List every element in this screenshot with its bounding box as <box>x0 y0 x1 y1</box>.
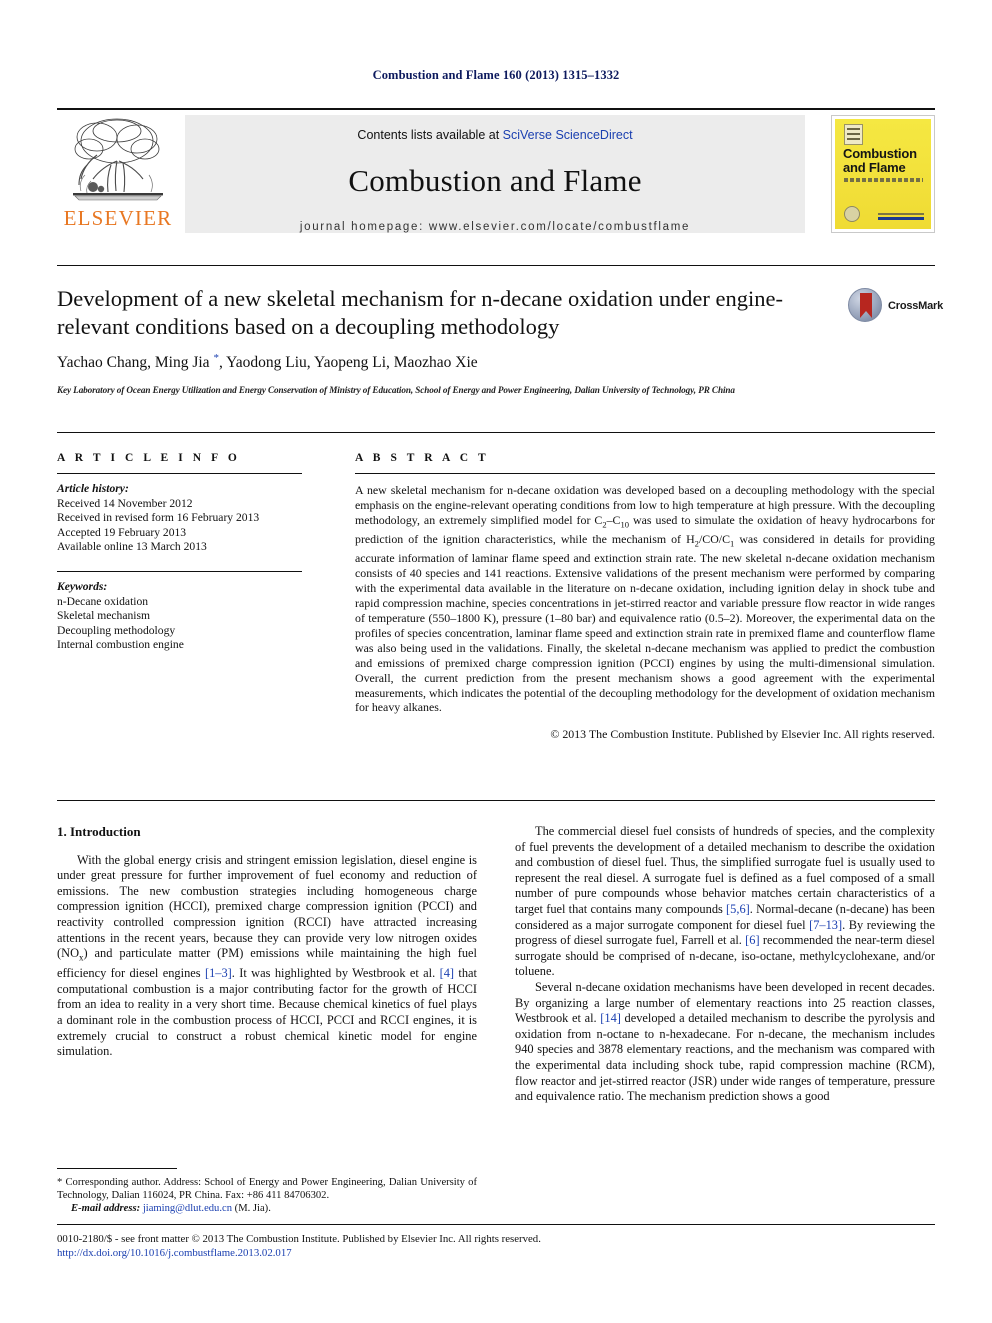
body-divider <box>57 800 935 801</box>
body-column-left: 1. Introduction With the global energy c… <box>57 824 477 1060</box>
info-divider <box>57 432 935 433</box>
corresponding-author-footnote: * Corresponding author. Address: School … <box>57 1177 477 1215</box>
section-heading-introduction: 1. Introduction <box>57 824 141 839</box>
body-paragraph: With the global energy crisis and string… <box>57 852 477 1059</box>
running-head: Combustion and Flame 160 (2013) 1315–133… <box>372 68 620 82</box>
crossmark-circle-icon <box>848 288 882 322</box>
author-list: Yachao Chang, Ming Jia *, Yaodong Liu, Y… <box>57 352 478 372</box>
cover-subtitle-rule <box>844 178 923 182</box>
body-paragraph: The commercial diesel fuel consists of h… <box>515 824 935 979</box>
abstract-text: A new skeletal mechanism for n-decane ox… <box>355 483 935 715</box>
cover-title-line2: and Flame <box>843 160 906 175</box>
abstract-column: A B S T R A C T A new skeletal mechanism… <box>355 452 935 742</box>
keywords-block: Keywords: n-Decane oxidation Skeletal me… <box>57 580 302 653</box>
article-history-block: Article history: Received 14 November 20… <box>57 482 302 555</box>
keywords-label: Keywords: <box>57 579 108 593</box>
journal-masthead: ELSEVIER Contents lists available at Sci… <box>57 108 935 234</box>
elsevier-logo: ELSEVIER <box>59 115 177 233</box>
keyword-item: n-Decane oxidation <box>57 594 149 608</box>
history-item: Available online 13 March 2013 <box>57 540 207 554</box>
issn-copyright-line: 0010-2180/$ - see front matter © 2013 Th… <box>57 1233 541 1245</box>
crossmark-ribbon-icon <box>860 293 872 318</box>
history-item: Received 14 November 2012 <box>57 496 193 510</box>
paper-page: Combustion and Flame 160 (2013) 1315–133… <box>0 0 992 1323</box>
article-info-rule <box>57 473 302 474</box>
abstract-rule <box>355 473 935 474</box>
abstract-copyright: © 2013 The Combustion Institute. Publish… <box>550 727 935 742</box>
cover-emblem-icon <box>844 124 863 145</box>
contents-prefix: Contents lists available at <box>357 128 503 142</box>
keywords-rule <box>57 570 302 572</box>
article-info-column: A R T I C L E I N F O Article history: R… <box>57 452 302 653</box>
keyword-item: Decoupling methodology <box>57 623 176 637</box>
crossmark-label: CrossMark <box>888 300 944 312</box>
journal-homepage[interactable]: journal homepage: www.elsevier.com/locat… <box>185 221 805 233</box>
keyword-item: Skeletal mechanism <box>57 609 151 623</box>
sciencedirect-link[interactable]: SciVerse ScienceDirect <box>503 128 633 142</box>
article-info-heading: A R T I C L E I N F O <box>57 452 241 464</box>
journal-title: Combustion and Flame <box>348 163 642 198</box>
bottom-divider <box>57 1224 935 1225</box>
cover-publisher-mark <box>878 213 924 222</box>
abstract-heading: A B S T R A C T <box>355 452 490 464</box>
page-title: Development of a new skeletal mechanism … <box>57 286 783 339</box>
body-paragraph: Several n-decane oxidation mechanisms ha… <box>515 979 935 1104</box>
cover-title-line1: Combustion <box>843 146 917 161</box>
body-column-right: The commercial diesel fuel consists of h… <box>515 824 935 1105</box>
article-history-label: Article history: <box>57 482 129 495</box>
elsevier-wordmark: ELSEVIER <box>63 206 173 230</box>
cover-seal-icon <box>844 206 860 222</box>
elsevier-tree-icon <box>67 115 169 205</box>
contents-available-line: Contents lists available at SciVerse Sci… <box>185 128 805 142</box>
doi-link[interactable]: http://dx.doi.org/10.1016/j.combustflame… <box>57 1247 292 1259</box>
footnote-divider <box>57 1168 177 1169</box>
title-divider <box>57 265 935 266</box>
bottom-matter: 0010-2180/$ - see front matter © 2013 Th… <box>57 1232 935 1260</box>
history-item: Received in revised form 16 February 201… <box>57 511 260 525</box>
history-item: Accepted 19 February 2013 <box>57 525 187 539</box>
journal-cover-thumbnail: Combustion and Flame <box>831 115 935 233</box>
affiliation: Key Laboratory of Ocean Energy Utilizati… <box>57 385 735 395</box>
crossmark-badge[interactable]: CrossMark <box>848 288 944 324</box>
keyword-item: Internal combustion engine <box>57 638 184 652</box>
masthead-center-band: Contents lists available at SciVerse Sci… <box>185 115 805 233</box>
cover-title: Combustion and Flame <box>843 147 925 175</box>
